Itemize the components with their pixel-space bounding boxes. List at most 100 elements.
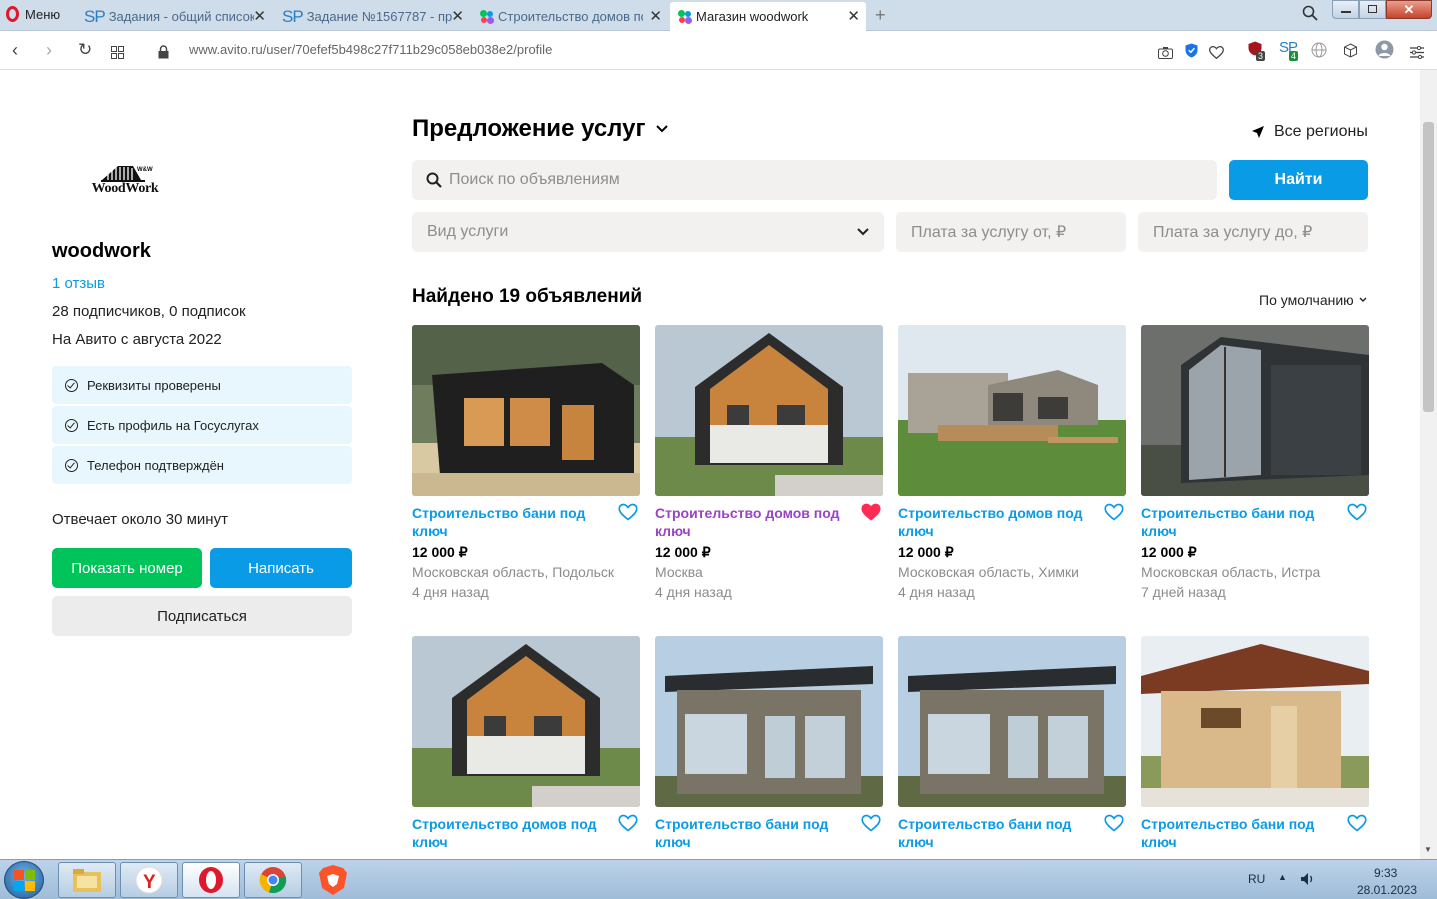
favorite-heart-icon[interactable] xyxy=(618,814,638,832)
scrollbar-thumb[interactable] xyxy=(1423,122,1434,412)
listing-card[interactable]: Строительство бани под ключ xyxy=(655,636,883,850)
favorite-heart-icon[interactable] xyxy=(1347,814,1367,832)
reviews-link[interactable]: 1 отзыв xyxy=(52,275,105,292)
scroll-down-arrow-icon[interactable]: ▼ xyxy=(1424,845,1432,854)
favorite-heart-icon[interactable] xyxy=(618,503,638,521)
taskbar-brave[interactable] xyxy=(318,864,348,899)
listing-photo[interactable] xyxy=(898,636,1126,807)
forward-icon[interactable]: › xyxy=(46,39,52,61)
easy-setup-icon[interactable] xyxy=(1410,42,1424,64)
badge-requisites-verified: Реквизиты проверены xyxy=(52,366,352,404)
listing-card[interactable]: Строительство бани под ключ xyxy=(898,636,1126,850)
minimize-button[interactable] xyxy=(1332,0,1359,19)
taskbar-chrome[interactable] xyxy=(244,862,302,898)
category-dropdown[interactable]: Предложение услуг xyxy=(412,115,669,143)
listing-photo[interactable] xyxy=(1141,325,1369,496)
taskbar-yandex[interactable]: Y xyxy=(120,862,178,898)
maximize-button[interactable] xyxy=(1359,0,1386,19)
listing-title[interactable]: Строительство бани под ключ xyxy=(1141,504,1329,540)
new-tab-icon[interactable]: + xyxy=(875,5,886,26)
sp-favicon-icon: SP xyxy=(84,6,106,26)
category-title: Предложение услуг xyxy=(412,115,646,142)
camera-icon[interactable] xyxy=(1158,42,1173,64)
listing-title[interactable]: Строительство бани под ключ xyxy=(412,504,600,540)
listing-card[interactable]: Строительство домов под ключ 12 000 ₽ Мо… xyxy=(655,325,883,600)
write-message-button[interactable]: Написать xyxy=(210,548,352,588)
listing-title[interactable]: Строительство домов под ключ xyxy=(655,504,843,540)
chevron-down-icon xyxy=(656,125,669,133)
listing-card[interactable]: Строительство бани под ключ 12 000 ₽ Мос… xyxy=(412,325,640,600)
listing-card[interactable]: Строительство бани под ключ 12 000 ₽ Мос… xyxy=(1141,325,1369,600)
subscribe-button[interactable]: Подписаться xyxy=(52,596,352,636)
show-phone-button[interactable]: Показать номер xyxy=(52,548,202,588)
listing-title[interactable]: Строительство бани под ключ xyxy=(898,815,1086,851)
start-button[interactable] xyxy=(4,861,44,899)
tab-woodwork-store[interactable]: Магазин woodwork ✕ xyxy=(670,2,866,31)
sort-dropdown[interactable]: По умолчанию xyxy=(1259,292,1367,308)
clock-date[interactable]: 28.01.2023 xyxy=(1357,883,1417,897)
opera-menu-button[interactable]: Меню xyxy=(6,6,60,22)
reload-icon[interactable]: ↻ xyxy=(78,39,92,61)
logo-text: WoodWork xyxy=(91,181,159,196)
browser-tab-strip: Меню SP Задания - общий список з ✕ SP За… xyxy=(0,0,1437,31)
search-input[interactable]: Поиск по объявлениям xyxy=(412,160,1217,200)
favorite-heart-icon[interactable] xyxy=(1347,503,1367,521)
favorite-heart-icon[interactable] xyxy=(1104,814,1124,832)
listing-card[interactable]: Строительство домов под ключ xyxy=(412,636,640,850)
listing-photo[interactable] xyxy=(898,325,1126,496)
taskbar-explorer[interactable] xyxy=(58,862,116,898)
tab-close-icon[interactable]: ✕ xyxy=(253,7,266,25)
listing-title[interactable]: Строительство бани под ключ xyxy=(1141,815,1329,851)
shield-icon[interactable] xyxy=(1185,41,1198,63)
volume-icon[interactable] xyxy=(1300,872,1316,891)
favorite-heart-icon[interactable] xyxy=(861,814,881,832)
tab-close-icon[interactable]: ✕ xyxy=(847,7,860,25)
listing-title[interactable]: Строительство домов под ключ xyxy=(412,815,600,851)
listing-photo[interactable] xyxy=(655,325,883,496)
price-from-input[interactable]: Плата за услугу от, ₽ xyxy=(896,212,1126,252)
tabs-grid-icon[interactable] xyxy=(111,42,124,64)
listing-title[interactable]: Строительство бани под ключ xyxy=(655,815,843,851)
search-button[interactable]: Найти xyxy=(1229,160,1368,200)
listing-price: 12 000 ₽ xyxy=(412,544,468,560)
service-type-select[interactable]: Вид услуги xyxy=(412,212,884,252)
listing-price: 12 000 ₽ xyxy=(655,544,711,560)
yandex-browser-icon: Y xyxy=(135,866,163,894)
url-text[interactable]: www.avito.ru/user/70efef5b498c27f711b29c… xyxy=(189,42,552,57)
tab-close-icon[interactable]: ✕ xyxy=(451,7,464,25)
listing-card[interactable]: Строительство домов под ключ 12 000 ₽ Мо… xyxy=(898,325,1126,600)
cube-icon[interactable] xyxy=(1343,41,1358,63)
region-selector[interactable]: Все регионы xyxy=(1251,123,1368,141)
taskbar-opera[interactable] xyxy=(182,862,240,898)
clock-time[interactable]: 9:33 xyxy=(1374,866,1397,880)
back-icon[interactable]: ‹ xyxy=(12,39,18,61)
listing-photo[interactable] xyxy=(1141,636,1369,807)
badge-label: Телефон подтверждён xyxy=(87,457,224,473)
favorite-heart-icon[interactable] xyxy=(1104,503,1124,521)
tab-task-1567787[interactable]: SP Задание №1567787 - про ✕ xyxy=(274,2,470,31)
extension-shield-icon[interactable]: 3 xyxy=(1248,41,1266,61)
search-tabs-icon[interactable] xyxy=(1302,5,1318,21)
heart-bookmark-icon[interactable] xyxy=(1209,42,1224,64)
favorite-heart-filled-icon[interactable] xyxy=(861,503,881,521)
close-window-button[interactable]: ✕ xyxy=(1386,0,1432,19)
globe-icon[interactable] xyxy=(1311,41,1327,63)
profile-avatar-icon[interactable] xyxy=(1375,40,1394,64)
results-count: Найдено 19 объявлений xyxy=(412,286,643,307)
language-indicator[interactable]: RU xyxy=(1248,872,1265,886)
service-type-label: Вид услуги xyxy=(427,223,509,240)
listing-card[interactable]: Строительство бани под ключ xyxy=(1141,636,1369,850)
tab-construction-houses[interactable]: Строительство домов под ✕ xyxy=(472,2,668,31)
listing-title[interactable]: Строительство домов под ключ xyxy=(898,504,1086,540)
listing-photo[interactable] xyxy=(412,636,640,807)
listing-photo[interactable] xyxy=(655,636,883,807)
price-to-input[interactable]: Плата за услугу до, ₽ xyxy=(1138,212,1368,252)
tab-tasks-list[interactable]: SP Задания - общий список з ✕ xyxy=(76,2,272,31)
extension-sp-icon[interactable]: SP 4 xyxy=(1279,39,1301,61)
lock-icon[interactable] xyxy=(158,42,169,64)
listing-photo[interactable] xyxy=(412,325,640,496)
sp-favicon-icon: SP xyxy=(282,6,304,26)
response-time: Отвечает около 30 минут xyxy=(52,511,228,528)
tab-close-icon[interactable]: ✕ xyxy=(649,7,662,25)
tray-expand-icon[interactable]: ▲ xyxy=(1278,872,1287,882)
